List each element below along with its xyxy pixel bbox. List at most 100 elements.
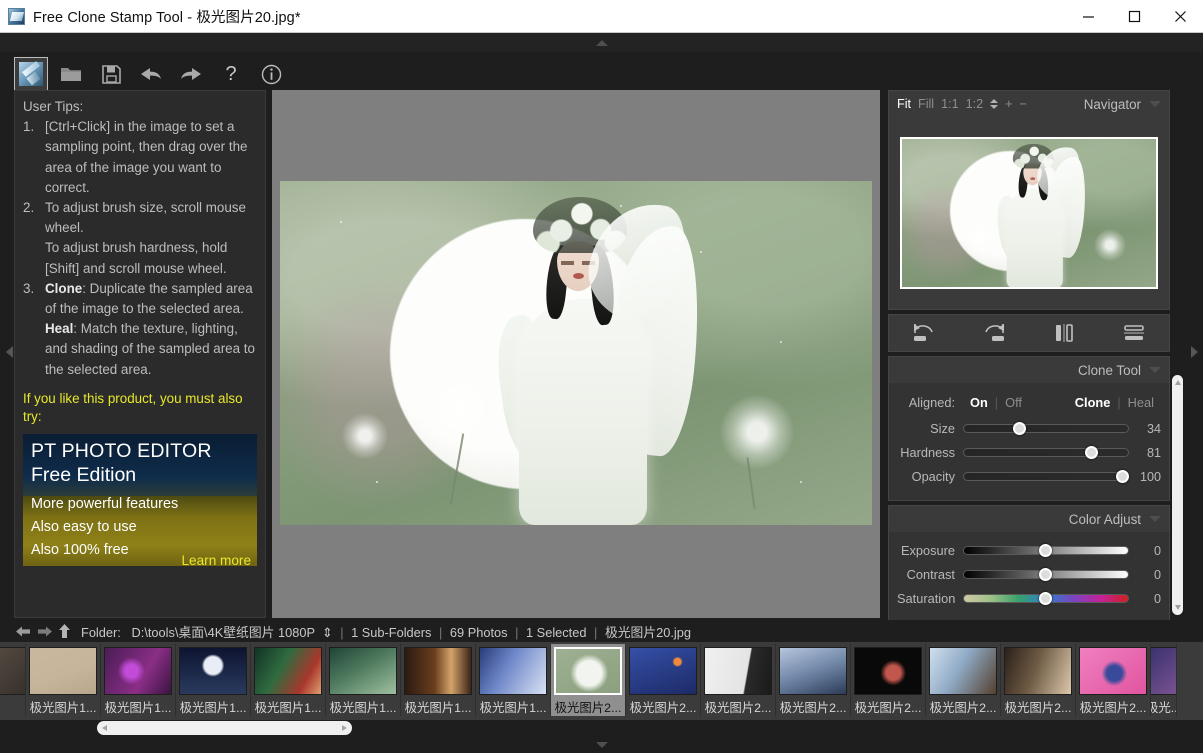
chevron-down-icon: [1149, 367, 1161, 373]
flip-vertical-button[interactable]: [1099, 322, 1169, 344]
tip-text: To adjust brush hardness, hold [Shift] a…: [45, 240, 228, 276]
snow-speck: [780, 341, 782, 343]
open-button[interactable]: [54, 57, 88, 91]
ad-bullet-2: Also easy to use: [31, 518, 137, 535]
collapse-right-arrow[interactable]: [1187, 332, 1201, 372]
ad-title-line1: PT PHOTO EDITOR: [31, 439, 212, 462]
hardness-slider[interactable]: [963, 445, 1129, 459]
thumbnail-image: [1151, 647, 1176, 695]
up-button[interactable]: [58, 624, 71, 638]
forward-button[interactable]: [37, 625, 52, 638]
redo-button[interactable]: [174, 57, 208, 91]
snow-speck: [700, 251, 702, 253]
divider: |: [515, 624, 519, 640]
list-item[interactable]: 极光图片2...: [926, 644, 1001, 716]
save-button[interactable]: [94, 57, 128, 91]
chevron-right-icon: [342, 725, 347, 731]
navigator-thumbnail[interactable]: [900, 137, 1158, 289]
clone-stamp-tool-button[interactable]: [14, 57, 48, 91]
list-item[interactable]: 极光图片1...: [401, 644, 476, 716]
saturation-slider[interactable]: [963, 591, 1129, 605]
list-item[interactable]: 极光...: [1151, 644, 1177, 716]
list-item[interactable]: 极光图片1...: [176, 644, 251, 716]
maximize-button[interactable]: [1111, 0, 1157, 32]
list-item[interactable]: 极光图片1...: [326, 644, 401, 716]
zoom-controls: Fit Fill 1:1 1:2 + −: [897, 97, 1027, 111]
opacity-slider[interactable]: [963, 469, 1130, 483]
list-item[interactable]: 极光图片2...: [701, 644, 776, 716]
pt-photo-editor-ad[interactable]: PT PHOTO EDITOR Free Edition More powerf…: [23, 433, 257, 566]
aligned-off-button[interactable]: Off: [998, 395, 1029, 410]
mode-clone-button[interactable]: Clone: [1068, 395, 1118, 410]
clone-tool-header[interactable]: Clone Tool: [889, 357, 1169, 383]
zoom-1-2-button[interactable]: 1:2: [966, 97, 984, 111]
slider-knob[interactable]: [1012, 421, 1026, 435]
folder-dropdown-icon[interactable]: ⇕: [318, 625, 333, 640]
zoom-fit-button[interactable]: Fit: [897, 97, 911, 111]
zoom-spinner[interactable]: [990, 99, 999, 109]
help-button[interactable]: ?: [214, 57, 248, 91]
info-button[interactable]: [254, 57, 288, 91]
saturation-label: Saturation: [897, 591, 956, 606]
clone-tool-controls: Aligned: On | Off Clone | Heal Size 34 H…: [889, 383, 1169, 500]
list-item[interactable]: 极光图片1...: [476, 644, 551, 716]
navigator-title-group[interactable]: Navigator: [1084, 97, 1161, 112]
mode-heal-button[interactable]: Heal: [1121, 395, 1161, 410]
slider-knob[interactable]: [1084, 445, 1098, 459]
close-button[interactable]: [1157, 0, 1203, 32]
list-item-selected[interactable]: 极光图片2...: [551, 644, 626, 716]
tip-number: 3.: [23, 280, 35, 296]
tip-keyword-clone: Clone: [45, 280, 83, 296]
scrollbar-thumb[interactable]: [1172, 375, 1183, 615]
hardness-slider-row: Hardness 81: [897, 442, 1161, 463]
thumbnail-filmstrip[interactable]: 极光图片1... 极光图片1... 极光图片1... 极光图片1... 极光图片…: [0, 642, 1203, 720]
minimize-button[interactable]: [1065, 0, 1111, 32]
right-panel-scrollbar[interactable]: [1171, 375, 1184, 615]
list-item[interactable]: 极光图片1...: [251, 644, 326, 716]
save-icon: [101, 64, 121, 84]
collapse-top-arrow[interactable]: [0, 33, 1203, 52]
aligned-on-button[interactable]: On: [963, 395, 995, 410]
slider-knob[interactable]: [1039, 567, 1052, 581]
slider-knob[interactable]: [1039, 543, 1052, 557]
help-icon: ?: [225, 63, 237, 85]
chevron-up-icon: [1175, 380, 1181, 385]
color-adjust-title-group[interactable]: Color Adjust: [1069, 512, 1161, 527]
chevron-down-icon: [1175, 605, 1181, 610]
list-item[interactable]: 极光图片1...: [26, 644, 101, 716]
clone-tool-title-group[interactable]: Clone Tool: [1078, 363, 1161, 378]
rotate-right-button[interactable]: [959, 322, 1029, 344]
list-item[interactable]: 极光图片2...: [626, 644, 701, 716]
navigator-header: Fit Fill 1:1 1:2 + − Navigator: [889, 91, 1169, 117]
list-item[interactable]: 极光图片2...: [851, 644, 926, 716]
thumbnail-caption: 极光图片1...: [104, 701, 172, 715]
size-slider[interactable]: [963, 421, 1129, 435]
list-item[interactable]: 极光图片2...: [776, 644, 851, 716]
contrast-slider[interactable]: [963, 567, 1129, 581]
slider-knob[interactable]: [1039, 591, 1052, 605]
image-canvas[interactable]: [272, 90, 880, 618]
zoom-out-button[interactable]: −: [1019, 98, 1026, 111]
collapse-bottom-arrow[interactable]: [0, 737, 1203, 753]
undo-button[interactable]: [134, 57, 168, 91]
edited-photo[interactable]: [280, 181, 872, 525]
rotate-left-button[interactable]: [889, 322, 959, 344]
zoom-in-button[interactable]: +: [1005, 98, 1012, 111]
exposure-slider[interactable]: [963, 543, 1129, 557]
window-title: Free Clone Stamp Tool - 极光图片20.jpg*: [33, 9, 301, 26]
color-adjust-header[interactable]: Color Adjust: [889, 506, 1169, 532]
flip-horizontal-button[interactable]: [1029, 322, 1099, 344]
zoom-1-1-button[interactable]: 1:1: [941, 97, 959, 111]
list-item[interactable]: 极光图片1...: [101, 644, 176, 716]
back-button[interactable]: [16, 625, 31, 638]
filmstrip-scrollbar[interactable]: [0, 720, 1203, 737]
list-item[interactable]: 极光图片2...: [1076, 644, 1151, 716]
list-item[interactable]: [0, 644, 26, 716]
folder-path[interactable]: D:\tools\桌面\4K壁纸图片 1080P: [132, 625, 315, 640]
slider-knob[interactable]: [1116, 469, 1130, 483]
scrollbar-thumb[interactable]: [97, 721, 352, 735]
zoom-fill-button[interactable]: Fill: [918, 97, 934, 111]
learn-more-link[interactable]: Learn more: [181, 553, 251, 566]
list-item[interactable]: 极光图片2...: [1001, 644, 1076, 716]
navigator-preview-area[interactable]: [889, 117, 1169, 309]
